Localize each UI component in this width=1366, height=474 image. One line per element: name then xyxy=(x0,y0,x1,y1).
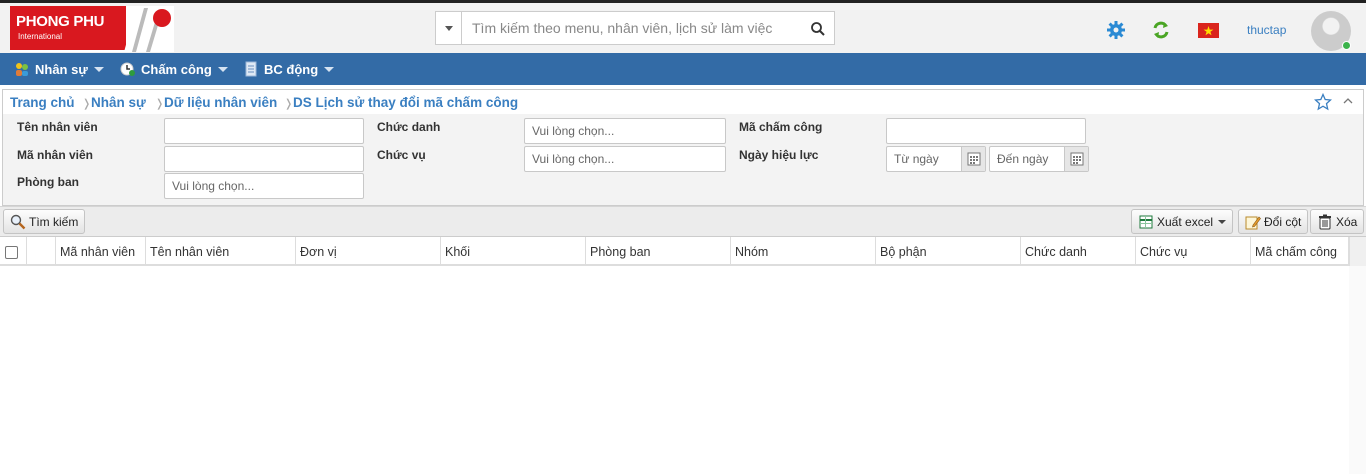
breadcrumb-item-nhan-su[interactable]: Nhân sự xyxy=(91,95,146,110)
scrollbar-header-spacer xyxy=(1349,237,1366,266)
calendar-icon xyxy=(967,152,981,166)
calendar-icon xyxy=(1070,152,1084,166)
breadcrumb-separator: ❭ xyxy=(284,98,294,110)
grid-header: Mã nhân viên Tên nhân viên Đơn vị Khối P… xyxy=(0,236,1366,266)
chevron-down-icon xyxy=(217,66,228,72)
edit-columns-icon xyxy=(1245,216,1261,229)
select-all-checkbox[interactable] xyxy=(5,246,18,259)
filter-panel: Tên nhân viên Mã nhân viên Phòng ban Chứ… xyxy=(2,114,1364,206)
tu-ngay-calendar-button[interactable] xyxy=(961,147,985,171)
grid-toolbar: Tìm kiếm Xuất excel Đổi cột Xóa xyxy=(0,206,1366,236)
column-header[interactable]: Khối xyxy=(441,237,586,266)
search-button[interactable]: Tìm kiếm xyxy=(3,209,86,234)
logo-subtitle: International xyxy=(18,32,63,41)
logo-brand: PHONG PHU xyxy=(16,13,105,30)
column-header[interactable]: Chức danh xyxy=(1021,237,1136,266)
chevron-down-icon xyxy=(324,66,335,72)
settings-gear-icon[interactable] xyxy=(1106,20,1126,40)
nav-item-cham-cong[interactable]: Chấm công xyxy=(120,53,228,85)
grid-body xyxy=(0,268,1366,474)
magnifier-icon xyxy=(10,214,26,229)
column-header[interactable]: Mã chấm công xyxy=(1251,237,1349,266)
breadcrumb-item-home[interactable]: Trang chủ xyxy=(10,95,75,110)
excel-icon xyxy=(1139,215,1153,228)
phong-ban-select[interactable] xyxy=(164,173,364,199)
column-header[interactable]: Phòng ban xyxy=(586,237,731,266)
nav-label: Chấm công xyxy=(141,61,212,77)
vietnam-flag-icon[interactable] xyxy=(1198,23,1219,38)
nav-item-bc-dong[interactable]: BC động xyxy=(243,53,335,85)
top-header: PHONG PHU International Tìm kiếm theo me… xyxy=(0,0,1366,53)
search-scope-dropdown[interactable] xyxy=(436,12,462,44)
search-icon[interactable] xyxy=(810,21,826,37)
ma-cham-cong-input[interactable] xyxy=(886,118,1086,144)
online-status-indicator xyxy=(1342,41,1351,50)
export-excel-button[interactable]: Xuất excel xyxy=(1131,209,1234,234)
column-header[interactable]: Bộ phận xyxy=(876,237,1021,266)
column-header[interactable]: Mã nhân viên xyxy=(56,237,146,266)
grid-vertical-scrollbar[interactable] xyxy=(1349,266,1366,474)
nav-label: Nhân sự xyxy=(35,61,88,77)
breadcrumb-item-du-lieu[interactable]: Dữ liệu nhân viên xyxy=(164,95,277,110)
den-ngay-calendar-button[interactable] xyxy=(1064,147,1088,171)
change-columns-button[interactable]: Đổi cột xyxy=(1238,209,1309,234)
chevron-down-icon xyxy=(93,66,104,72)
chevron-down-icon xyxy=(1218,219,1227,224)
trash-icon xyxy=(1319,214,1331,229)
search-button-label: Tìm kiếm xyxy=(29,214,79,229)
label-chuc-vu: Chức vụ xyxy=(377,148,426,162)
column-header[interactable]: Chức vụ xyxy=(1136,237,1251,266)
chuc-danh-select[interactable] xyxy=(524,118,726,144)
chuc-vu-select[interactable] xyxy=(524,146,726,172)
global-search xyxy=(435,11,835,45)
delete-button[interactable]: Xóa xyxy=(1310,209,1365,234)
collapse-chevron-up-icon[interactable] xyxy=(1342,96,1354,106)
column-header[interactable]: Đơn vị xyxy=(296,237,441,266)
ten-nhan-vien-input[interactable] xyxy=(164,118,364,144)
column-header[interactable]: Nhóm xyxy=(731,237,876,266)
ma-nhan-vien-input[interactable] xyxy=(164,146,364,172)
nav-item-nhan-su[interactable]: Nhân sự xyxy=(14,53,104,85)
export-button-label: Xuất excel xyxy=(1157,214,1214,229)
row-number-column xyxy=(27,237,56,266)
report-book-icon xyxy=(245,61,257,77)
nav-label: BC động xyxy=(264,61,319,77)
select-all-column xyxy=(0,237,27,266)
columns-button-label: Đổi cột xyxy=(1264,214,1302,229)
column-header[interactable]: Tên nhân viên xyxy=(146,237,296,266)
clock-icon xyxy=(120,62,135,76)
breadcrumb: Trang chủ ❭ Nhân sự ❭ Dữ liệu nhân viên … xyxy=(2,89,1364,115)
main-nav: Nhân sự Chấm công BC động xyxy=(0,53,1366,85)
label-ma-cham-cong: Mã chấm công xyxy=(739,120,823,134)
label-ten-nhan-vien: Tên nhân viên xyxy=(17,120,98,134)
company-logo[interactable]: PHONG PHU International xyxy=(10,6,174,52)
username-link[interactable]: thuctap xyxy=(1247,23,1286,37)
delete-button-label: Xóa xyxy=(1336,214,1358,229)
people-icon xyxy=(16,63,28,76)
search-input[interactable] xyxy=(472,18,802,38)
breadcrumb-separator: ❭ xyxy=(155,98,165,110)
refresh-sync-icon[interactable] xyxy=(1151,20,1171,40)
label-ma-nhan-vien: Mã nhân viên xyxy=(17,148,94,162)
favorite-star-icon[interactable] xyxy=(1314,93,1332,111)
page-title: DS Lịch sử thay đổi mã chấm công xyxy=(293,95,519,110)
label-ngay-hieu-luc: Ngày hiệu lực xyxy=(739,148,819,162)
label-chuc-danh: Chức danh xyxy=(377,120,441,134)
breadcrumb-separator: ❭ xyxy=(82,98,92,110)
label-phong-ban: Phòng ban xyxy=(17,175,79,189)
